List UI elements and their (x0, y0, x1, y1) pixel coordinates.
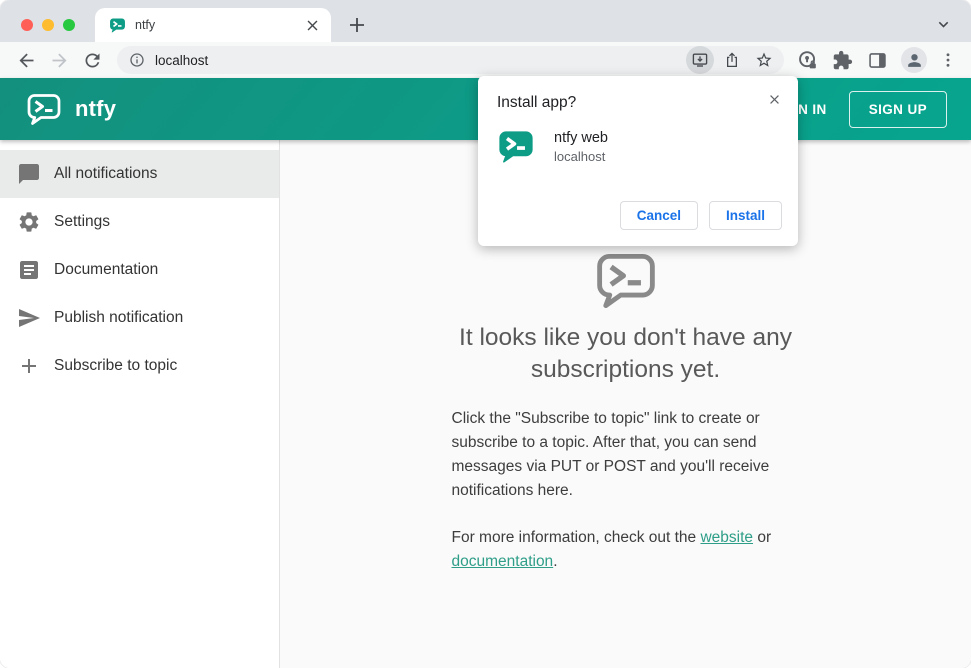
brand-title: ntfy (75, 96, 117, 121)
sidebar-item-label: Documentation (54, 261, 159, 278)
extensions-puzzle-icon[interactable] (832, 50, 853, 71)
dialog-app-name: ntfy web (554, 130, 608, 146)
sidebar-item-settings[interactable]: Settings (0, 198, 279, 246)
dialog-actions: Cancel Install (497, 201, 782, 230)
send-icon (17, 306, 41, 330)
empty-state-copy: Click the "Subscribe to topic" link to c… (452, 407, 800, 574)
minimize-window-button[interactable] (42, 19, 54, 31)
dialog-close-icon[interactable] (767, 92, 782, 107)
sign-up-button[interactable]: SIGN UP (848, 90, 947, 128)
paragraph-text: . (553, 552, 558, 570)
cancel-button[interactable]: Cancel (619, 201, 698, 230)
article-icon (17, 258, 41, 282)
ntfy-empty-state-logo-icon (594, 252, 658, 310)
browser-toolbar: localhost (0, 42, 971, 78)
dialog-app-origin: localhost (554, 149, 606, 164)
tab-title: ntfy (135, 18, 156, 32)
paragraph-text: For more information, check out the (451, 528, 701, 546)
address-bar[interactable]: localhost (117, 46, 784, 74)
profile-avatar[interactable] (901, 47, 927, 73)
install-app-dialog: Install app? ntfy web localhost Cancel I… (478, 76, 798, 246)
ntfy-logo-icon (26, 93, 62, 126)
reload-button[interactable] (82, 50, 103, 71)
traffic-lights (21, 19, 75, 31)
ntfy-favicon-icon (109, 17, 126, 34)
sidebar-item-publish-notification[interactable]: Publish notification (0, 294, 279, 342)
dialog-app-meta: ntfy web localhost (554, 130, 608, 164)
tab-close-icon[interactable] (304, 17, 321, 34)
password-manager-extension-icon[interactable] (797, 50, 818, 71)
browser-window: ntfy localhost ntfy SIGN IN SIGN UP All … (0, 0, 971, 668)
documentation-link[interactable]: documentation (452, 553, 554, 570)
forward-button[interactable] (49, 50, 70, 71)
bookmark-star-button[interactable] (750, 46, 778, 74)
address-url[interactable]: localhost (155, 53, 682, 68)
dialog-app-row: ntfy web localhost (497, 129, 782, 165)
install-button[interactable]: Install (708, 201, 782, 230)
sidebar-item-label: Publish notification (54, 309, 184, 326)
install-app-button[interactable] (686, 46, 714, 74)
back-button[interactable] (16, 50, 37, 71)
ntfy-app-icon (497, 129, 535, 165)
dialog-title: Install app? (497, 94, 577, 111)
empty-state-paragraph: Click the "Subscribe to topic" link to c… (451, 409, 770, 499)
dialog-header: Install app? (497, 92, 782, 112)
sidebar-item-label: Subscribe to topic (54, 357, 178, 374)
paragraph-text: or (753, 528, 772, 546)
maximize-window-button[interactable] (63, 19, 75, 31)
sidebar: All notifications Settings Documentation… (0, 140, 280, 668)
website-link[interactable]: website (700, 529, 753, 546)
tab-strip: ntfy (0, 0, 971, 42)
share-button[interactable] (718, 46, 746, 74)
side-panel-icon[interactable] (867, 50, 888, 71)
gear-icon (17, 210, 41, 234)
sidebar-item-subscribe-to-topic[interactable]: Subscribe to topic (0, 342, 279, 390)
sidebar-item-label: Settings (54, 213, 111, 230)
site-info-icon[interactable] (129, 52, 145, 68)
empty-state-heading: It looks like you don't have any subscri… (459, 324, 792, 384)
chat-icon (17, 162, 41, 186)
close-window-button[interactable] (21, 19, 33, 31)
browser-tab[interactable]: ntfy (95, 8, 331, 42)
sidebar-item-documentation[interactable]: Documentation (0, 246, 279, 294)
tab-search-chevron-icon[interactable] (934, 15, 953, 34)
sidebar-item-label: All notifications (54, 165, 158, 182)
empty-state-links-paragraph: For more information, check out the webs… (452, 526, 800, 574)
new-tab-button[interactable] (345, 13, 369, 37)
plus-icon (17, 354, 41, 378)
browser-menu-icon[interactable] (939, 51, 957, 69)
sidebar-item-all-notifications[interactable]: All notifications (0, 150, 279, 198)
